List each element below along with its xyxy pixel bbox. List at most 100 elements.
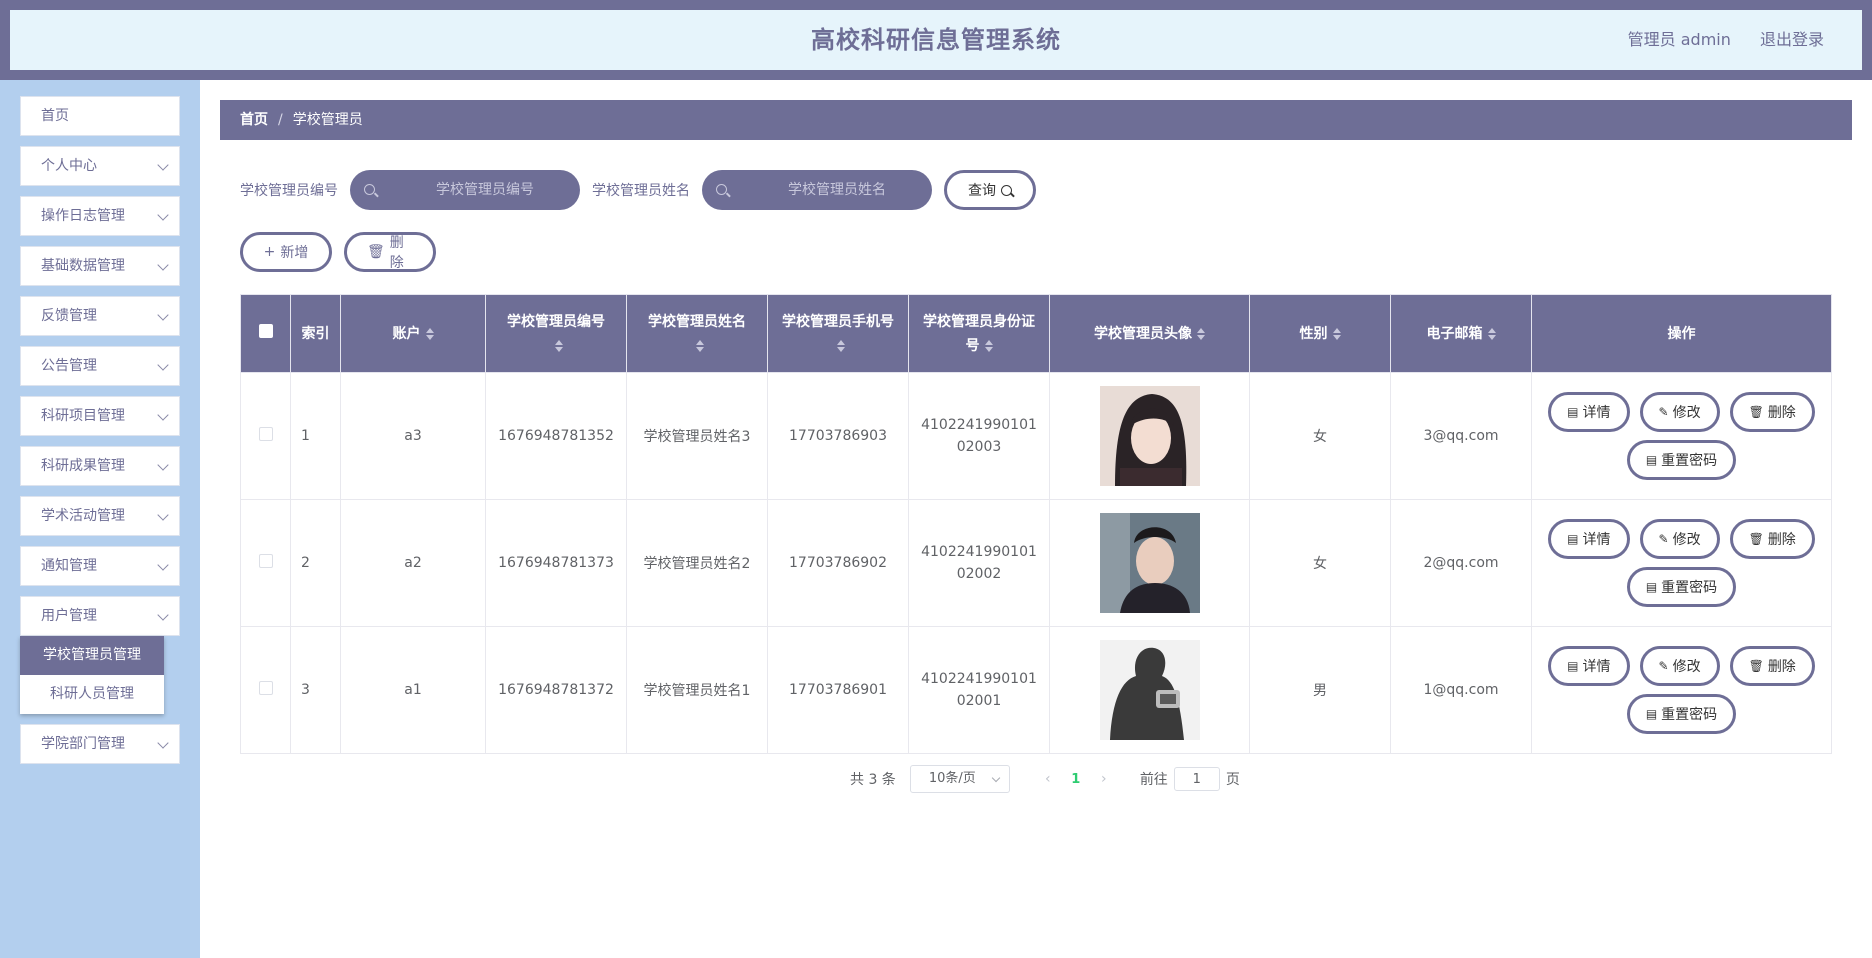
detail-button[interactable]: ▤ 详情 (1548, 519, 1630, 559)
row-checkbox[interactable] (258, 554, 273, 568)
detail-button[interactable]: ▤ 详情 (1548, 392, 1630, 432)
cell-idcard: 410224199010102001 (908, 626, 1050, 754)
edit-button[interactable]: ✎ 修改 (1639, 519, 1720, 559)
sidebar-item-user-management[interactable]: 用户管理 (20, 596, 180, 636)
header-gender[interactable]: 性别 (1249, 294, 1391, 373)
delete-button[interactable]: 🗑 删除 (1729, 519, 1815, 559)
trash-icon: 🗑 (1748, 532, 1764, 546)
header-idcard-label: 学校管理员身份证号 (923, 313, 1035, 354)
header-account[interactable]: 账户 (340, 294, 486, 373)
cell-number: 1676948781352 (485, 372, 627, 500)
edit-label: 修改 (1672, 659, 1701, 675)
search-name-input[interactable] (702, 170, 932, 210)
reset-password-button[interactable]: ▤ 重置密码 (1626, 567, 1737, 607)
next-page-button[interactable]: › (1090, 771, 1118, 787)
chevron-down-icon (157, 609, 169, 621)
cell-index: 2 (290, 499, 341, 627)
cell-index: 3 (290, 626, 341, 754)
trash-icon: 🗑 (1748, 659, 1764, 673)
edit-button[interactable]: ✎ 修改 (1639, 392, 1720, 432)
idcard-text: 410224199010102002 (921, 544, 1037, 582)
submenu-item-researcher[interactable]: 科研人员管理 (20, 675, 164, 714)
add-button-label: 新增 (280, 245, 309, 261)
header-avatar[interactable]: 学校管理员头像 (1049, 294, 1250, 373)
page-size-select[interactable]: 10条/页 (909, 765, 1010, 793)
sort-icon[interactable] (554, 339, 563, 352)
sidebar-item-research-result[interactable]: 科研成果管理 (20, 446, 180, 486)
header-name[interactable]: 学校管理员姓名 (626, 294, 768, 373)
header-number[interactable]: 学校管理员编号 (485, 294, 627, 373)
goto-page-input[interactable] (1173, 767, 1220, 791)
search-icon (364, 184, 375, 195)
header-bar: 高校科研信息管理系统 管理员 admin 退出登录 (10, 10, 1862, 70)
row-select-cell[interactable] (240, 626, 291, 754)
logout-link[interactable]: 退出登录 (1760, 30, 1824, 49)
sidebar-item-label: 操作日志管理 (41, 208, 125, 224)
sidebar-item-basic-data[interactable]: 基础数据管理 (20, 246, 180, 286)
sidebar-item-label: 反馈管理 (41, 308, 97, 324)
row-select-cell[interactable] (240, 499, 291, 627)
chevron-down-icon (157, 209, 169, 221)
document-icon: ▤ (1645, 707, 1658, 721)
sidebar-item-notice[interactable]: 通知管理 (20, 546, 180, 586)
add-button[interactable]: + 新增 (240, 232, 332, 272)
prev-page-button[interactable]: ‹ (1034, 771, 1062, 787)
page-size-value: 10条/页 (928, 771, 976, 786)
cell-operations: ▤ 详情 ✎ 修改 🗑 删除 ▤ 重置密码 (1531, 499, 1832, 627)
sort-icon[interactable] (1197, 327, 1205, 340)
edit-button[interactable]: ✎ 修改 (1639, 646, 1720, 686)
avatar[interactable] (1099, 513, 1200, 613)
sort-icon[interactable] (836, 339, 845, 352)
sort-icon[interactable] (1487, 327, 1496, 340)
delete-button[interactable]: 🗑 删除 (1729, 646, 1815, 686)
header-idcard[interactable]: 学校管理员身份证号 (908, 294, 1050, 373)
sidebar-item-college-department[interactable]: 学院部门管理 (20, 724, 180, 764)
header-phone[interactable]: 学校管理员手机号 (767, 294, 909, 373)
trash-icon: 🗑 (1748, 405, 1764, 419)
header-user-area: 管理员 admin 退出登录 (1604, 10, 1824, 70)
search-number-input[interactable] (350, 170, 580, 210)
sidebar-item-announcement[interactable]: 公告管理 (20, 346, 180, 386)
cell-name: 学校管理员姓名3 (626, 372, 768, 500)
page-number-current[interactable]: 1 (1062, 772, 1090, 787)
sort-icon[interactable] (984, 339, 993, 352)
chevron-down-icon (157, 359, 169, 371)
sort-icon[interactable] (695, 339, 704, 352)
sidebar-item-personal-center[interactable]: 个人中心 (20, 146, 180, 186)
batch-delete-button[interactable]: 🗑 删除 (344, 232, 436, 272)
table-row: 2 a2 1676948781373 学校管理员姓名2 17703786902 … (240, 499, 1832, 627)
row-checkbox[interactable] (258, 427, 273, 441)
reset-password-button[interactable]: ▤ 重置密码 (1626, 694, 1737, 734)
chevron-down-icon (157, 737, 169, 749)
cell-email: 2@qq.com (1390, 499, 1532, 627)
pencil-icon: ✎ (1658, 532, 1669, 546)
sort-icon[interactable] (1332, 327, 1341, 340)
row-checkbox[interactable] (258, 681, 273, 695)
breadcrumb-home[interactable]: 首页 (240, 112, 268, 128)
detail-button[interactable]: ▤ 详情 (1548, 646, 1630, 686)
sidebar-item-label: 个人中心 (41, 158, 97, 174)
sort-icon[interactable] (425, 327, 434, 340)
header-select-all[interactable] (240, 294, 291, 373)
cell-idcard: 410224199010102002 (908, 499, 1050, 627)
submenu-item-school-admin[interactable]: 学校管理员管理 (20, 636, 164, 675)
reset-password-button[interactable]: ▤ 重置密码 (1626, 440, 1737, 480)
sidebar-item-research-project[interactable]: 科研项目管理 (20, 396, 180, 436)
cell-avatar (1049, 372, 1250, 500)
document-icon: ▤ (1567, 405, 1579, 419)
avatar[interactable] (1099, 386, 1200, 486)
query-button[interactable]: 查询 (944, 170, 1036, 210)
avatar[interactable] (1099, 640, 1200, 740)
reset-password-label: 重置密码 (1661, 453, 1718, 469)
select-all-checkbox[interactable] (258, 323, 273, 338)
row-select-cell[interactable] (240, 372, 291, 500)
cell-operations: ▤ 详情 ✎ 修改 🗑 删除 ▤ 重置密码 (1531, 372, 1832, 500)
sidebar-item-academic-activity[interactable]: 学术活动管理 (20, 496, 180, 536)
sidebar-item-operation-log[interactable]: 操作日志管理 (20, 196, 180, 236)
chevron-down-icon (157, 459, 169, 471)
header-email[interactable]: 电子邮箱 (1390, 294, 1532, 373)
delete-button[interactable]: 🗑 删除 (1729, 392, 1815, 432)
sidebar-item-home[interactable]: 首页 (20, 96, 180, 136)
cell-account: a2 (340, 499, 486, 627)
sidebar-item-feedback[interactable]: 反馈管理 (20, 296, 180, 336)
